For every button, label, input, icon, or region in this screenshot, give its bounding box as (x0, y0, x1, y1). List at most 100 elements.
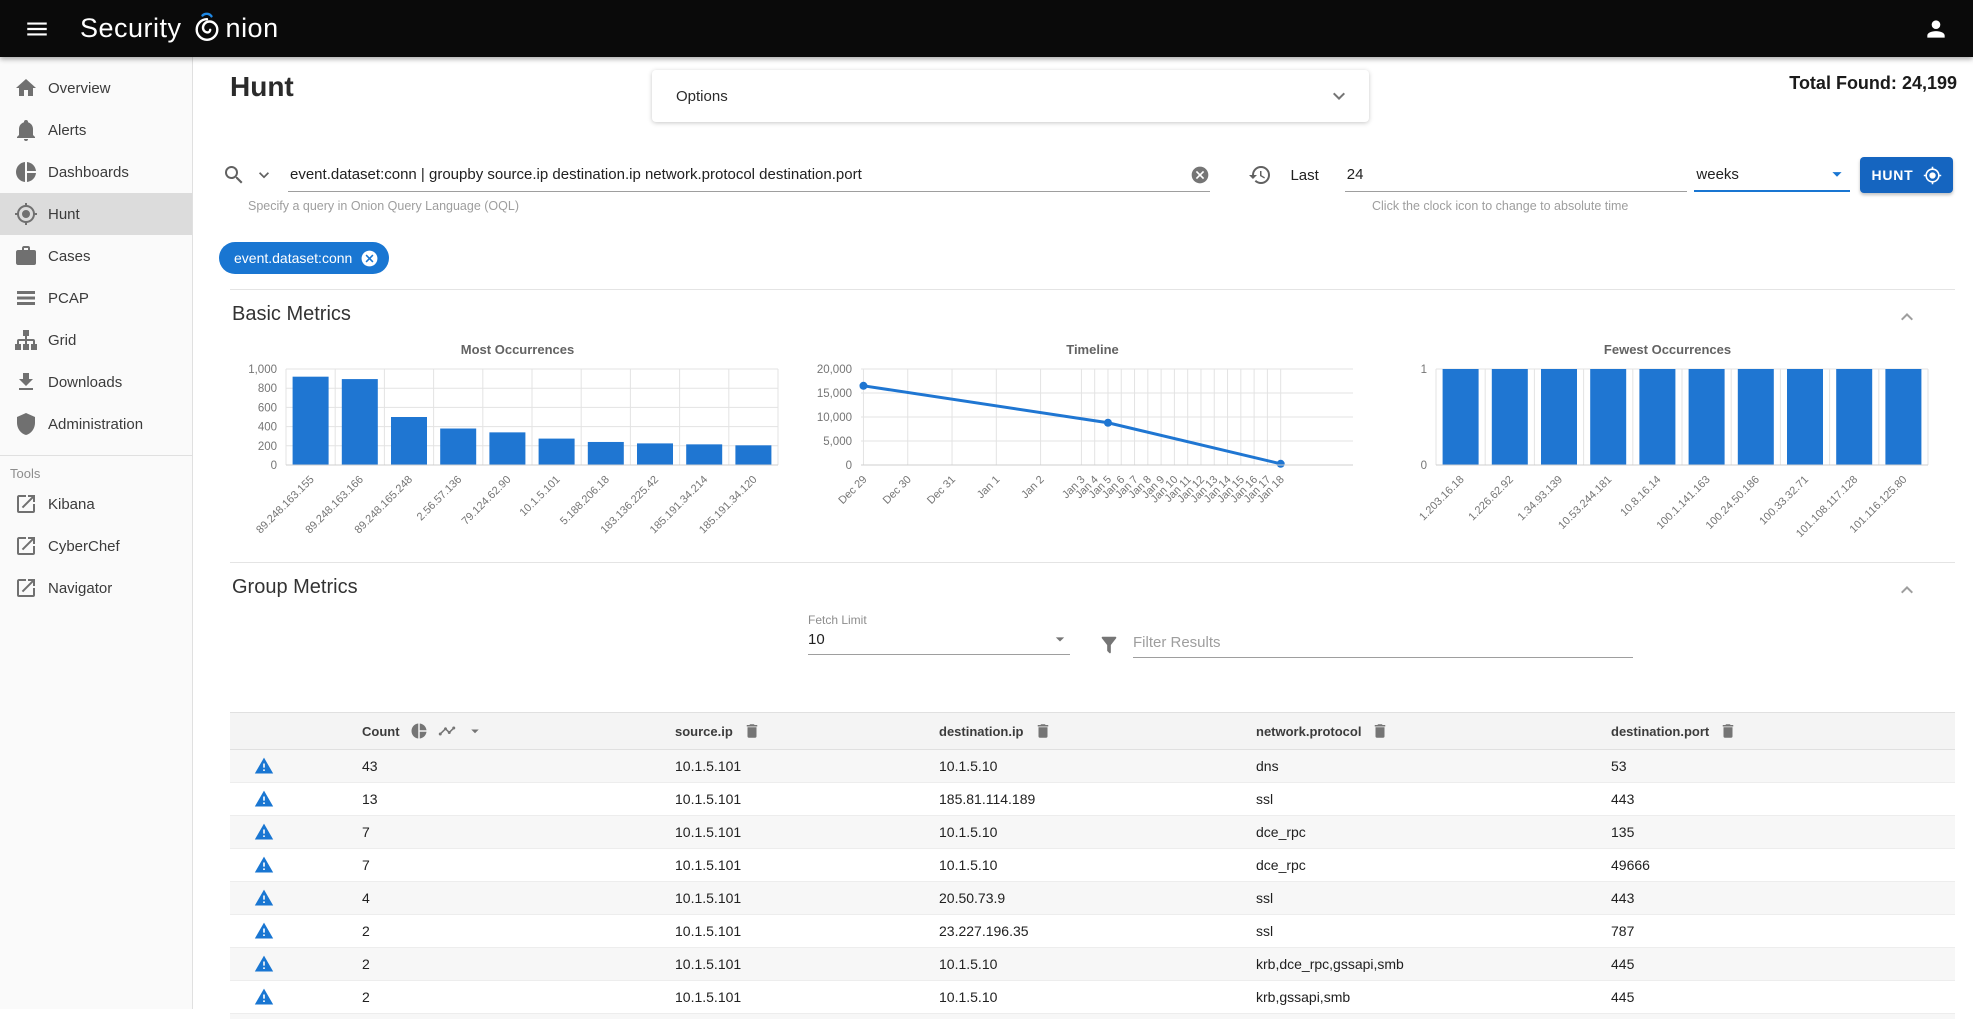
table-cell-destination-port: 445 (1611, 989, 1955, 1005)
filter-icon (1098, 634, 1120, 656)
sidebar-item-administration[interactable]: Administration (0, 403, 192, 445)
sidebar-item-downloads[interactable]: Downloads (0, 361, 192, 403)
column-header-destination-ip[interactable]: destination.ip (939, 722, 1256, 740)
target-icon (14, 202, 38, 226)
hamburger-icon (24, 16, 50, 42)
sidebar-item-kibana[interactable]: Kibana (0, 483, 192, 525)
table-row[interactable]: 210.1.5.10110.1.5.10krb,gssapi,smb445 (230, 981, 1955, 1014)
svg-text:20,000: 20,000 (817, 364, 852, 376)
svg-text:600: 600 (258, 402, 277, 414)
chip-remove-icon[interactable] (360, 249, 379, 268)
trash-icon[interactable] (1719, 722, 1737, 740)
sidebar-divider (0, 455, 192, 456)
time-amount-input[interactable] (1345, 166, 1688, 183)
sidebar-item-grid[interactable]: Grid (0, 319, 192, 361)
options-panel[interactable]: Options (652, 70, 1369, 122)
chart-title: Fewest Occurrences (1380, 341, 1955, 359)
warning-triangle-icon[interactable] (254, 954, 274, 974)
warning-triangle-icon[interactable] (254, 822, 274, 842)
row-actions[interactable] (230, 822, 362, 842)
table-row[interactable]: 210.1.5.10110.1.5.10krb,dce_rpc,gssapi,s… (230, 948, 1955, 981)
chart-timeline: Timeline05,00010,00015,00020,000Dec 29De… (805, 341, 1380, 556)
table-row[interactable]: 710.1.5.10110.1.5.10dce_rpc49666 (230, 849, 1955, 882)
fetch-limit-select[interactable]: 10 (808, 629, 1070, 655)
svg-text:1.203.16.18: 1.203.16.18 (1417, 474, 1467, 524)
sidebar-item-label: Cases (48, 248, 91, 265)
warning-triangle-icon[interactable] (254, 855, 274, 875)
pie-chart-icon[interactable] (410, 722, 428, 740)
column-header-destination-port[interactable]: destination.port (1611, 722, 1955, 740)
column-header-Count[interactable]: Count (362, 722, 675, 740)
table-row[interactable]: 210.1.5.10123.227.196.35ssl787 (230, 915, 1955, 948)
table-cell-Count: 2 (362, 989, 675, 1005)
column-header-label: source.ip (675, 724, 733, 739)
table-row[interactable]: 710.1.5.10110.1.5.10dce_rpc135 (230, 816, 1955, 849)
sidebar-item-cyberchef[interactable]: CyberChef (0, 525, 192, 567)
trash-icon[interactable] (743, 722, 761, 740)
table-row-partial (230, 1014, 1955, 1019)
warning-triangle-icon[interactable] (254, 987, 274, 1007)
sidebar-item-dashboards[interactable]: Dashboards (0, 151, 192, 193)
sidebar-item-cases[interactable]: Cases (0, 235, 192, 277)
table-row[interactable]: 1310.1.5.101185.81.114.189ssl443 (230, 783, 1955, 816)
filter-results-input[interactable] (1133, 628, 1633, 658)
table-cell-source-ip: 10.1.5.101 (675, 758, 939, 774)
account-button[interactable] (1919, 12, 1953, 46)
time-last-label: Last (1290, 167, 1318, 184)
row-actions[interactable] (230, 756, 362, 776)
row-actions[interactable] (230, 921, 362, 941)
time-unit-select[interactable]: weeks (1694, 158, 1850, 192)
row-actions[interactable] (230, 789, 362, 809)
query-history-chevron-icon[interactable] (254, 165, 274, 185)
page-title: Hunt (230, 71, 294, 103)
graph-icon[interactable] (438, 722, 456, 740)
row-actions[interactable] (230, 855, 362, 875)
clear-query-button[interactable] (1190, 165, 1210, 185)
trash-icon[interactable] (1034, 722, 1052, 740)
trash-icon[interactable] (1371, 722, 1389, 740)
clock-history-icon[interactable] (1248, 163, 1272, 187)
sidebar-item-overview[interactable]: Overview (0, 67, 192, 109)
chevron-down-icon (1327, 84, 1351, 108)
sidebar-item-pcap[interactable]: PCAP (0, 277, 192, 319)
basic-metrics-title: Basic Metrics (232, 303, 351, 326)
filter-chip[interactable]: event.dataset:conn (219, 242, 389, 274)
svg-text:1,000: 1,000 (248, 364, 277, 376)
warning-triangle-icon[interactable] (254, 921, 274, 941)
caret-down-icon (1050, 629, 1070, 649)
briefcase-icon (14, 244, 38, 268)
sidebar-item-label: Administration (48, 416, 143, 433)
basic-metrics-collapse-button[interactable] (1893, 303, 1921, 331)
table-cell-destination-port: 53 (1611, 758, 1955, 774)
row-actions[interactable] (230, 987, 362, 1007)
table-cell-destination-port: 135 (1611, 824, 1955, 840)
topbar: Security nion (0, 0, 1973, 57)
table-row[interactable]: 4310.1.5.10110.1.5.10dns53 (230, 750, 1955, 783)
warning-triangle-icon[interactable] (254, 756, 274, 776)
table-row[interactable]: 410.1.5.10120.50.73.9ssl443 (230, 882, 1955, 915)
table-cell-source-ip: 10.1.5.101 (675, 857, 939, 873)
sidebar-item-navigator[interactable]: Navigator (0, 567, 192, 609)
sidebar-item-alerts[interactable]: Alerts (0, 109, 192, 151)
column-header-network-protocol[interactable]: network.protocol (1256, 722, 1611, 740)
search-icon (222, 163, 246, 187)
table-cell-destination-ip: 10.1.5.10 (939, 857, 1256, 873)
group-metrics-collapse-button[interactable] (1893, 576, 1921, 604)
column-header-label: network.protocol (1256, 724, 1361, 739)
hunt-button[interactable]: HUNT (1860, 157, 1953, 193)
query-input[interactable] (288, 166, 1190, 183)
table-cell-destination-ip: 10.1.5.10 (939, 758, 1256, 774)
svg-text:1.34.93.139: 1.34.93.139 (1516, 474, 1566, 524)
table-cell-source-ip: 10.1.5.101 (675, 890, 939, 906)
hamburger-menu-button[interactable] (20, 12, 54, 46)
row-actions[interactable] (230, 954, 362, 974)
warning-triangle-icon[interactable] (254, 789, 274, 809)
sidebar-item-hunt[interactable]: Hunt (0, 193, 192, 235)
column-header-source-ip[interactable]: source.ip (675, 722, 939, 740)
table-cell-destination-ip: 20.50.73.9 (939, 890, 1256, 906)
row-actions[interactable] (230, 888, 362, 908)
caret-down-icon[interactable] (466, 722, 484, 740)
warning-triangle-icon[interactable] (254, 888, 274, 908)
chevron-up-icon (1895, 578, 1919, 602)
onion-logo-icon (189, 11, 225, 47)
